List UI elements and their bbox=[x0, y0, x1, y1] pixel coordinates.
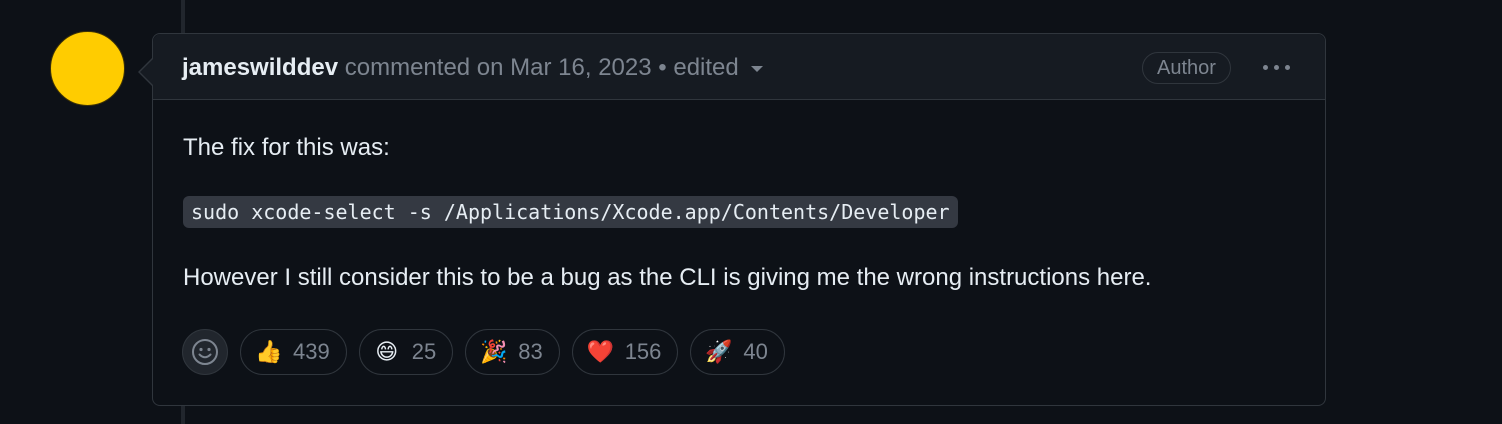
reaction-count: 156 bbox=[624, 339, 662, 364]
edited-label: edited bbox=[673, 54, 739, 81]
smiley-icon bbox=[192, 339, 218, 365]
comment-meta: jameswilddev commented on Mar 16, 2023 •… bbox=[182, 54, 763, 82]
author-badge: Author bbox=[1142, 52, 1231, 84]
avatar[interactable] bbox=[50, 31, 125, 106]
issue-timeline: jameswilddev commented on Mar 16, 2023 •… bbox=[0, 0, 1502, 424]
author-name[interactable]: jameswilddev bbox=[182, 54, 338, 81]
comment-paragraph: However I still consider this to be a bu… bbox=[183, 264, 1152, 291]
comment-body: The fix for this was: sudo xcode-select … bbox=[183, 132, 1295, 294]
thumbs-up-icon: 👍 bbox=[255, 339, 283, 364]
heart-icon: ❤️ bbox=[586, 339, 615, 364]
meta-separator: • bbox=[658, 54, 667, 81]
comment-paragraph: The fix for this was: bbox=[183, 134, 390, 161]
reaction-laugh[interactable]: 😄 25 bbox=[358, 329, 454, 375]
party-popper-icon: 🎉 bbox=[480, 339, 508, 364]
reaction-count: 83 bbox=[518, 339, 543, 364]
comment-timestamp[interactable]: commented on Mar 16, 2023 bbox=[345, 54, 652, 81]
reaction-heart[interactable]: ❤️ 156 bbox=[571, 329, 679, 375]
rocket-icon: 🚀 bbox=[705, 339, 733, 364]
chevron-down-icon bbox=[750, 65, 763, 72]
inline-code: sudo xcode-select -s /Applications/Xcode… bbox=[183, 196, 958, 228]
comment-header: jameswilddev commented on Mar 16, 2023 •… bbox=[153, 34, 1325, 100]
kebab-dot-icon bbox=[1262, 64, 1268, 70]
reaction-rocket[interactable]: 🚀 40 bbox=[690, 329, 785, 375]
add-reaction-button[interactable] bbox=[182, 329, 228, 375]
laugh-icon: 😄 bbox=[375, 339, 399, 364]
reaction-thumbs-up[interactable]: 👍 439 bbox=[240, 329, 347, 375]
kebab-dot-icon bbox=[1273, 64, 1279, 70]
reaction-count: 439 bbox=[293, 339, 330, 364]
reactions-bar: 👍 439 😄 25 🎉 83 ❤️ 156 🚀 40 bbox=[182, 329, 785, 375]
comment-options-button[interactable] bbox=[1257, 52, 1295, 82]
comment-pointer-fill bbox=[140, 59, 153, 85]
reaction-count: 40 bbox=[743, 339, 768, 364]
kebab-dot-icon bbox=[1284, 64, 1290, 70]
reaction-hooray[interactable]: 🎉 83 bbox=[465, 329, 560, 375]
reaction-count: 25 bbox=[411, 339, 437, 364]
comment-box: jameswilddev commented on Mar 16, 2023 •… bbox=[152, 33, 1326, 406]
edited-dropdown[interactable]: edited bbox=[673, 54, 763, 81]
